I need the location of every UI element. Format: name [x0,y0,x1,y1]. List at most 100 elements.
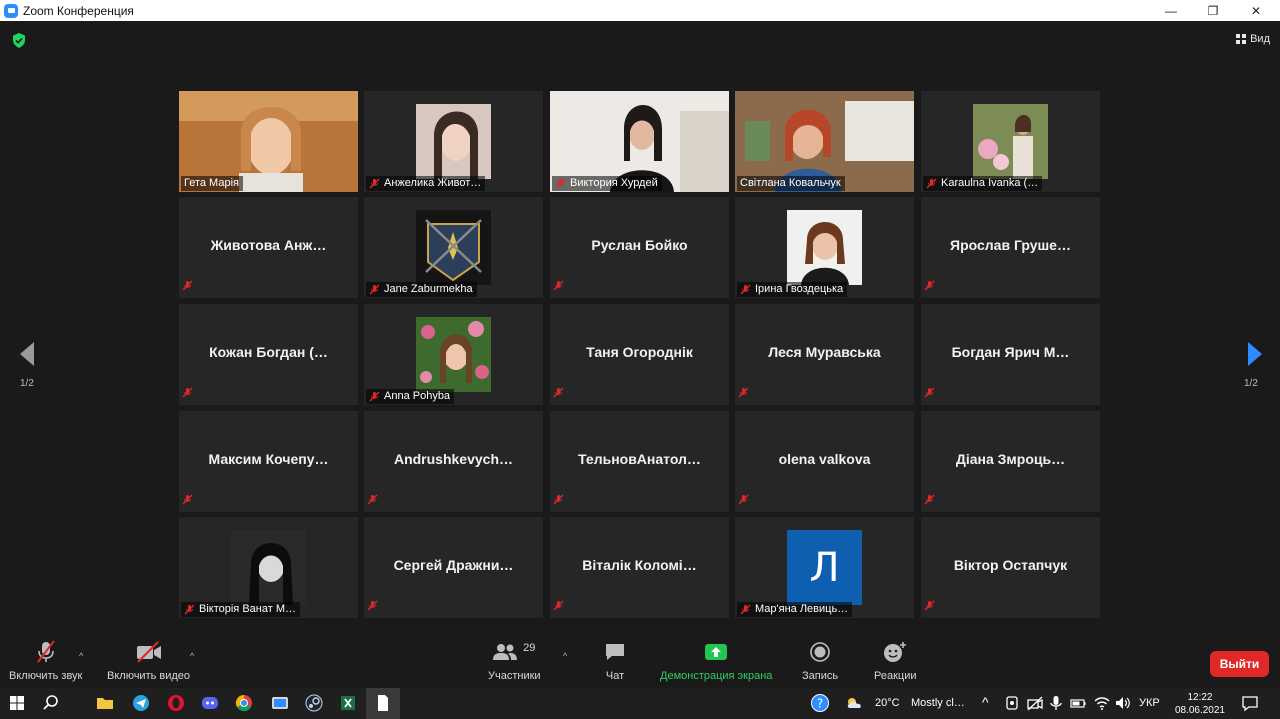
window-title: Zoom Конференция [23,3,134,18]
system-clock[interactable]: 12:22 08.06.2021 [1175,691,1225,717]
help-icon[interactable]: ? [810,693,830,713]
leave-meeting-button[interactable]: Выйти [1210,651,1269,677]
participant-tile[interactable]: Вікторія Ванат М… [179,517,358,618]
participant-tile[interactable]: Віктор Остапчук [921,517,1100,618]
participant-photo [787,210,862,285]
search-icon[interactable] [41,693,61,713]
participant-tile[interactable]: Віталік Коломі… [550,517,729,618]
discord-icon[interactable] [200,693,220,713]
mic-muted-icon [740,604,751,615]
mic-muted-icon [553,600,564,611]
participants-icon [493,644,518,660]
participant-tile[interactable]: Діана Змроць… [921,411,1100,512]
telegram-icon[interactable] [131,693,151,713]
start-video-button[interactable]: Включить видео [107,637,190,682]
participant-tile[interactable]: olena valkova [735,411,914,512]
audio-options-caret-icon[interactable]: ^ [79,651,83,661]
windows-taskbar: ? 20°C Mostly cl… ^ УКР 12:22 08.06.2021 [0,688,1280,719]
mic-muted-icon [367,494,378,505]
document-icon[interactable] [373,693,393,713]
notifications-icon[interactable] [1240,693,1260,713]
mute-indicator [738,385,749,403]
participant-tile[interactable]: Л Мар'яна Левиць… [735,517,914,618]
participant-tile[interactable]: Ярослав Груше… [921,197,1100,298]
volume-icon[interactable] [1113,693,1133,713]
participant-tile[interactable]: Кожан Богдан (… [179,304,358,405]
mute-indicator [553,385,564,403]
weather-cloud-icon[interactable] [845,693,865,713]
unmute-button[interactable]: Включить звук [9,637,82,682]
participant-name-label: Jane Zaburmekha [366,282,477,297]
participant-tile[interactable]: Богдан Ярич М… [921,304,1100,405]
battery-icon[interactable] [1068,693,1088,713]
tray-app-icon[interactable] [1002,693,1022,713]
participant-name-label: Мар'яна Левиць… [737,602,853,617]
restore-button[interactable]: ❐ [1195,0,1231,21]
participant-name-label: Вікторія Ванат М… [181,602,300,617]
participant-tile[interactable]: Jane Zaburmekha [364,197,543,298]
participant-name-large: Руслан Бойко [591,237,688,253]
participant-tile[interactable]: Максим Кочепу… [179,411,358,512]
weather-description[interactable]: Mostly cl… [911,697,971,709]
svg-text:?: ? [817,697,823,711]
participant-name: Мар'яна Левиць… [755,603,849,615]
mic-muted-icon [182,494,193,505]
participant-name-large: Животова Анж… [210,237,327,253]
participant-tile[interactable]: Анжелика Живот… [364,91,543,192]
mic-muted-icon [182,280,193,291]
microphone-tray-icon[interactable] [1046,693,1066,713]
mute-indicator [924,278,935,296]
participant-name: Вікторія Ванат М… [199,603,296,615]
input-language[interactable]: УКР [1139,697,1160,709]
mic-muted-icon [738,494,749,505]
next-page-arrow-icon[interactable] [1245,341,1265,367]
mic-muted-icon [738,387,749,398]
participant-name-large: Andrushkevych… [393,451,514,467]
mic-muted-icon [740,284,751,295]
participant-tile[interactable]: Животова Анж… [179,197,358,298]
participant-tile[interactable]: Karaulna Ivanka (… [921,91,1100,192]
participant-tile[interactable]: Сергей Дражни… [364,517,543,618]
participant-tile[interactable]: Таня Огороднік [550,304,729,405]
file-explorer-icon[interactable] [95,693,115,713]
participant-tile[interactable]: Руслан Бойко [550,197,729,298]
reactions-button[interactable]: Реакции [874,637,917,682]
opera-icon[interactable] [166,693,186,713]
windows-start-icon[interactable] [7,693,27,713]
record-button[interactable]: Запись [802,637,838,682]
zoom-app-icon[interactable] [270,693,290,713]
participant-tile[interactable]: Світлана Ковальчук [735,91,914,192]
chrome-icon[interactable] [234,693,254,713]
video-options-caret-icon[interactable]: ^ [190,651,194,661]
participant-name: Гета Марія [184,177,239,189]
participants-button[interactable]: 29 Участники [488,637,541,682]
participant-tile[interactable]: Виктория Хурдей [550,91,729,192]
tray-chevron-icon[interactable]: ^ [982,694,989,710]
previous-page-arrow-icon[interactable] [17,341,37,367]
participant-tile[interactable]: Ірина Гвоздецька [735,197,914,298]
excel-icon[interactable] [338,693,358,713]
view-button[interactable]: Вид [1236,33,1270,45]
participant-name-large: Богдан Ярич М… [951,344,1070,360]
wifi-icon[interactable] [1092,693,1112,713]
close-button[interactable]: ✕ [1238,0,1274,21]
chat-button[interactable]: Чат [604,637,626,682]
camera-off-tray-icon[interactable] [1025,693,1045,713]
participant-name: Ірина Гвоздецька [755,283,844,295]
security-shield-icon[interactable] [12,33,26,48]
minimize-button[interactable]: — [1153,0,1189,21]
participant-name-large: Віталік Коломі… [582,557,697,573]
share-screen-button[interactable]: Демонстрация экрана [660,637,772,682]
steam-icon[interactable] [304,693,324,713]
participant-tile[interactable]: ТельновАнатол… [550,411,729,512]
participant-tile[interactable]: Гета Марія [179,91,358,192]
participant-tile[interactable]: Andrushkevych… [364,411,543,512]
participant-tile[interactable]: Anna Pohyba [364,304,543,405]
weather-temperature[interactable]: 20°C [875,697,900,709]
participant-photo [231,530,306,605]
participant-tile[interactable]: Леся Муравська [735,304,914,405]
participants-options-caret-icon[interactable]: ^ [563,651,567,661]
participant-name-large: Ярослав Груше… [950,237,1071,253]
page-indicator-left: 1/2 [20,378,34,389]
mute-indicator [553,492,564,510]
